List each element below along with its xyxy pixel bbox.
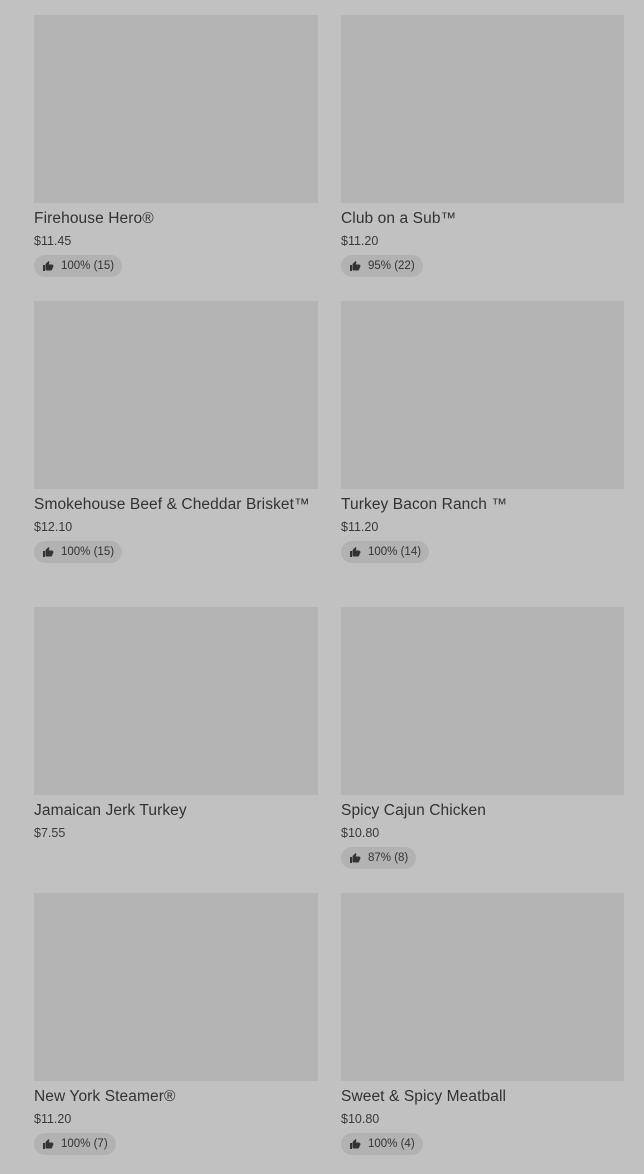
thumbs-up-icon: [42, 1138, 54, 1150]
item-image-placeholder[interactable]: [34, 15, 318, 203]
rating-text: 100% (15): [61, 546, 115, 558]
menu-item-card[interactable]: Sweet & Spicy Meatball $10.80 100% (4): [341, 893, 624, 1155]
menu-item-card[interactable]: Firehouse Hero® $11.45 100% (15): [34, 15, 318, 277]
item-image-placeholder[interactable]: [34, 607, 318, 795]
thumbs-up-icon: [349, 546, 361, 558]
item-name: Turkey Bacon Ranch ™: [341, 496, 507, 513]
item-name: Spicy Cajun Chicken: [341, 802, 486, 819]
rating-text: 100% (7): [61, 1138, 108, 1150]
rating-badge: 100% (4): [341, 1133, 423, 1155]
item-image-placeholder[interactable]: [341, 15, 624, 203]
menu-item-grid: Firehouse Hero® $11.45 100% (15) Club on…: [0, 0, 644, 1174]
item-price: $11.20: [34, 1112, 72, 1126]
item-price: $11.45: [34, 234, 72, 248]
item-image-placeholder[interactable]: [34, 301, 318, 489]
menu-item-card[interactable]: Turkey Bacon Ranch ™ $11.20 100% (14): [341, 301, 624, 563]
rating-text: 100% (4): [368, 1138, 415, 1150]
item-price: $11.20: [341, 234, 379, 248]
item-name: Sweet & Spicy Meatball: [341, 1088, 507, 1105]
item-image-placeholder[interactable]: [341, 607, 624, 795]
rating-badge: 95% (22): [341, 255, 423, 277]
rating-badge: 100% (15): [34, 255, 123, 277]
rating-text: 100% (15): [61, 260, 115, 272]
item-price: $12.10: [34, 520, 73, 534]
menu-item-card[interactable]: Smokehouse Beef & Cheddar Brisket™ $12.1…: [34, 301, 318, 563]
rating-text: 100% (14): [368, 546, 422, 558]
thumbs-up-icon: [349, 1138, 361, 1150]
item-price: $11.20: [341, 520, 379, 534]
thumbs-up-icon: [349, 260, 361, 272]
item-image-placeholder[interactable]: [341, 893, 624, 1081]
menu-item-card[interactable]: Club on a Sub™ $11.20 95% (22): [341, 15, 624, 277]
item-price: $10.80: [341, 826, 380, 840]
rating-text: 95% (22): [368, 260, 415, 272]
rating-badge: 100% (14): [341, 541, 430, 563]
thumbs-up-icon: [42, 546, 54, 558]
thumbs-up-icon: [349, 852, 361, 864]
rating-text: 87% (8): [368, 852, 409, 864]
thumbs-up-icon: [42, 260, 54, 272]
item-price: $7.55: [34, 826, 66, 840]
item-name: New York Steamer®: [34, 1088, 176, 1105]
menu-item-card[interactable]: Jamaican Jerk Turkey $7.55: [34, 607, 318, 841]
rating-badge: 100% (7): [34, 1133, 116, 1155]
menu-item-card[interactable]: Spicy Cajun Chicken $10.80 87% (8): [341, 607, 624, 869]
item-price: $10.80: [341, 1112, 380, 1126]
item-image-placeholder[interactable]: [34, 893, 318, 1081]
item-name: Smokehouse Beef & Cheddar Brisket™: [34, 496, 310, 513]
rating-badge: 87% (8): [341, 847, 417, 869]
item-name: Jamaican Jerk Turkey: [34, 802, 187, 819]
item-name: Firehouse Hero®: [34, 210, 154, 227]
item-name: Club on a Sub™: [341, 210, 457, 227]
menu-item-card[interactable]: New York Steamer® $11.20 100% (7): [34, 893, 318, 1155]
item-image-placeholder[interactable]: [341, 301, 624, 489]
rating-badge: 100% (15): [34, 541, 123, 563]
